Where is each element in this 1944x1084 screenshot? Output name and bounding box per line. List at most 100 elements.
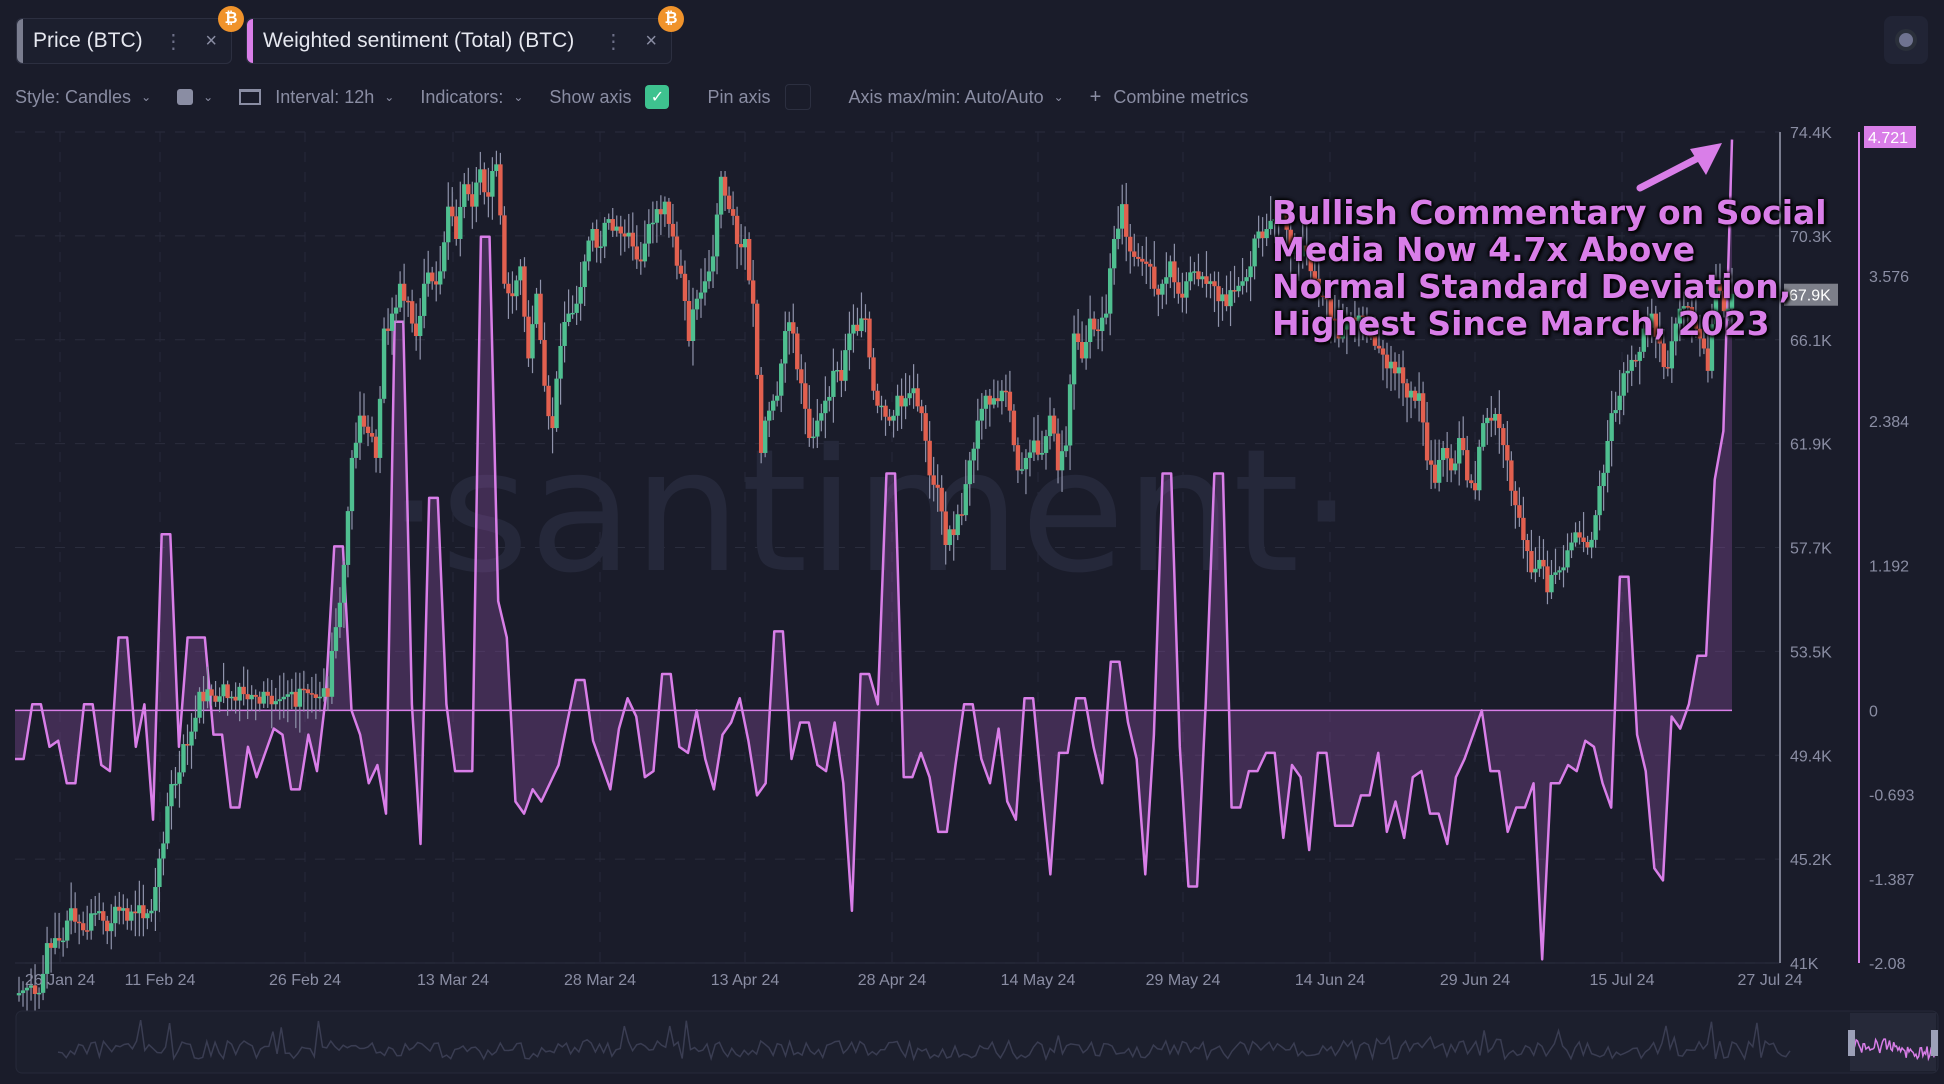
candle-body (1537, 559, 1542, 569)
candle (1601, 464, 1606, 511)
candle-body (955, 514, 960, 536)
price-tick-label: 57.7K (1790, 541, 1832, 558)
candle-body (1200, 276, 1205, 280)
candle-body (225, 684, 230, 699)
candle-body (84, 930, 90, 932)
candle (1232, 265, 1237, 303)
navigator-handle-left[interactable] (1848, 1030, 1855, 1056)
candle-body (1111, 238, 1117, 269)
price-tick-label: 74.4K (1790, 125, 1832, 142)
candle-body (337, 602, 343, 628)
candle-body (590, 229, 595, 241)
price-tick-label: 49.4K (1790, 748, 1832, 765)
candle (1613, 391, 1618, 422)
candle-body (1152, 266, 1157, 289)
candle (137, 880, 142, 937)
candle-body (313, 694, 319, 698)
candle (1585, 535, 1590, 555)
candle-body (393, 307, 399, 314)
candle-body (999, 390, 1005, 402)
candle-body (1561, 567, 1566, 571)
candle-body (80, 923, 86, 931)
candle-body (815, 420, 820, 437)
candle-body (109, 923, 114, 932)
navigator-handle-right[interactable] (1931, 1030, 1938, 1056)
candle-body (931, 475, 936, 485)
candle (241, 666, 246, 706)
candle-body (582, 261, 587, 288)
candle (36, 987, 42, 1009)
candle (229, 691, 234, 711)
candle (610, 207, 615, 237)
candle-body (887, 416, 892, 421)
candle-body (1493, 413, 1498, 421)
candle (646, 209, 652, 257)
candle (855, 307, 860, 336)
candle (1485, 408, 1490, 445)
candle (1236, 277, 1241, 298)
candle-body (1252, 238, 1257, 267)
candle (722, 171, 728, 212)
watermark: ·santiment· (386, 413, 1353, 611)
candle (1489, 395, 1494, 437)
candle (718, 171, 724, 229)
candle-body (927, 440, 932, 476)
candle-body (1553, 572, 1558, 575)
candle-body (458, 206, 463, 239)
candle (1252, 234, 1257, 280)
candle (626, 213, 631, 249)
candle (101, 902, 106, 935)
candle-body (209, 689, 214, 696)
candle (1533, 547, 1538, 583)
candle-body (1039, 452, 1045, 455)
candle-body (766, 410, 772, 421)
candle-body (678, 265, 684, 274)
candle-body (1420, 393, 1426, 423)
candle (1176, 267, 1181, 304)
candle-body (1509, 460, 1514, 491)
candle-body (349, 457, 355, 512)
candle (650, 201, 656, 244)
candle (530, 305, 535, 374)
candle (1465, 435, 1470, 488)
candle-body (722, 176, 728, 196)
date-tick-label: 28 Mar 24 (564, 972, 636, 989)
candle-body (1007, 391, 1013, 411)
candle (52, 912, 58, 955)
candle (1597, 470, 1602, 531)
candle-body (1220, 294, 1225, 302)
candle-body (594, 229, 599, 248)
candle-body (117, 906, 122, 911)
candle-body (791, 322, 796, 334)
candle-body (185, 744, 190, 746)
candle (1440, 440, 1446, 477)
chart-canvas[interactable]: ·santiment· 74.4K70.3K66.1K61.9K57.7K53.… (0, 0, 1944, 1084)
candle (554, 371, 559, 432)
navigator-selection[interactable] (1850, 1013, 1936, 1071)
candle (349, 450, 355, 530)
candle-body (923, 413, 928, 441)
candle (273, 687, 278, 711)
candle (1111, 225, 1117, 285)
candle (590, 222, 595, 252)
candle (1629, 345, 1634, 387)
candle (438, 245, 443, 295)
candle-body (1003, 390, 1009, 393)
candle (1565, 533, 1570, 573)
candle-body (1432, 464, 1438, 483)
candle-body (983, 395, 989, 409)
candle-body (666, 201, 672, 224)
candle-body (213, 695, 218, 702)
candle-body (60, 940, 66, 943)
candle (353, 422, 359, 469)
candle-body (686, 300, 692, 341)
candle-body (1505, 445, 1510, 461)
candle-body (779, 363, 784, 396)
candle-body (626, 232, 631, 237)
candle-body (1669, 341, 1675, 369)
candle-body (482, 169, 487, 193)
candle-body (783, 331, 788, 364)
candle (779, 359, 784, 413)
candle-body (510, 293, 515, 297)
candle-body (72, 908, 78, 922)
